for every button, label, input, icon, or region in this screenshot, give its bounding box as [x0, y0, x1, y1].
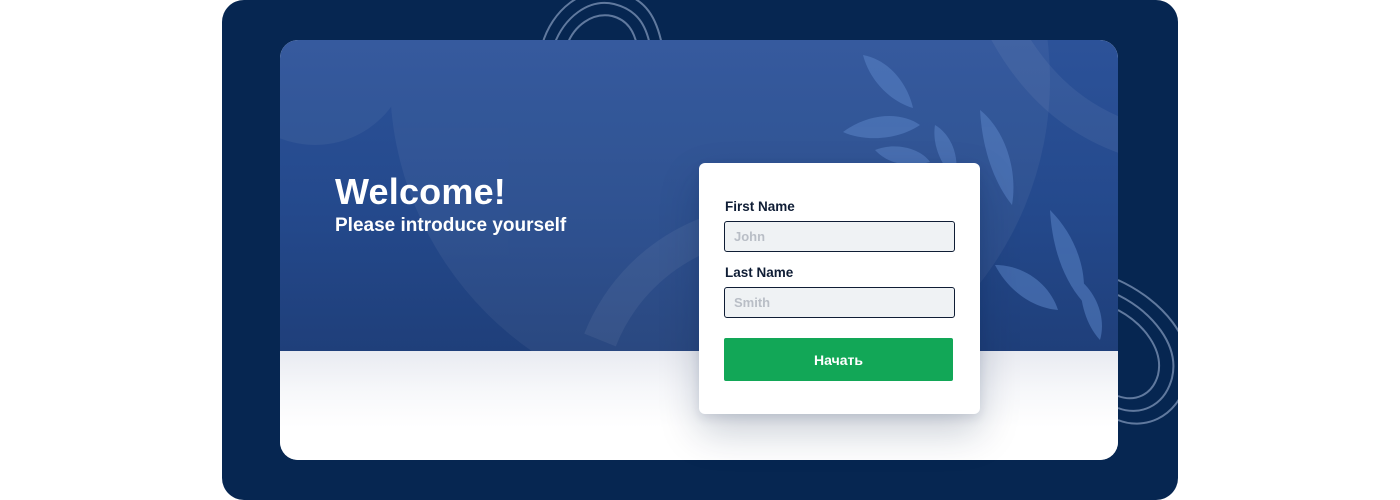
- last-name-input[interactable]: [724, 287, 955, 318]
- page-subtitle: Please introduce yourself: [335, 215, 567, 236]
- page-title: Welcome!: [335, 171, 506, 212]
- first-name-input[interactable]: [724, 221, 955, 252]
- last-name-label: Last Name: [725, 265, 794, 280]
- introduce-form: First Name Last Name Начать: [699, 163, 980, 414]
- start-button[interactable]: Начать: [724, 338, 953, 381]
- first-name-label: First Name: [725, 199, 795, 214]
